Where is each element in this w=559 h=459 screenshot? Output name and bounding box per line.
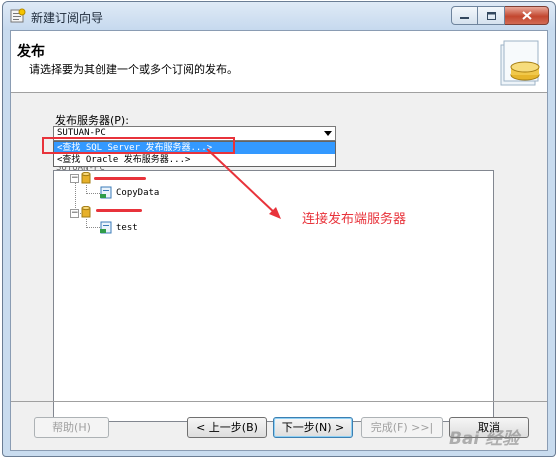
caption-buttons [451, 6, 549, 26]
close-icon [521, 11, 532, 20]
watermark: Bai 经验 [449, 429, 520, 449]
maximize-button[interactable] [478, 6, 505, 25]
wizard-icon [10, 8, 26, 23]
wizard-window: 新建订阅向导 发布 请选择要为其创建一个或多个订阅的发布。 发布服务器(P): … [2, 1, 556, 457]
annotation-arrow [206, 148, 281, 219]
minimize-button[interactable] [451, 6, 478, 25]
title-bar[interactable]: 新建订阅向导 [3, 2, 555, 30]
close-button[interactable] [505, 6, 549, 25]
minimize-icon [460, 16, 469, 19]
maximize-icon [486, 11, 496, 20]
wizard-body: 发布 请选择要为其创建一个或多个订阅的发布。 发布服务器(P): SUTUAN-… [10, 30, 548, 451]
window-title: 新建订阅向导 [31, 11, 104, 25]
